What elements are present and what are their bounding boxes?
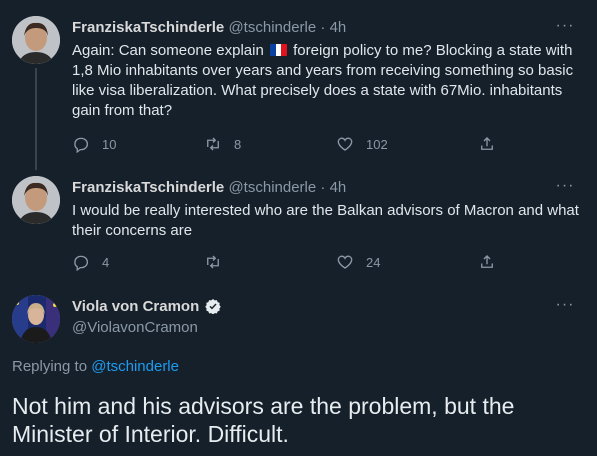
flag-stripe-red	[281, 44, 287, 56]
share-icon	[481, 255, 493, 268]
reply-button[interactable]: 4	[72, 252, 109, 272]
author-name[interactable]: Viola von Cramon	[72, 298, 199, 315]
tweet-actions: 4 24	[72, 252, 572, 272]
reply-icon	[74, 255, 89, 271]
replying-to-link[interactable]: @tschinderle	[91, 358, 179, 375]
retweet-count: 8	[234, 136, 242, 152]
retweet-icon	[207, 137, 219, 151]
more-icon[interactable]: ···	[555, 18, 575, 40]
retweet-icon	[207, 255, 219, 269]
tweet-header: Viola von Cramon	[72, 297, 222, 320]
tweet-2[interactable]: FranziskaTschinderle @tschinderle · 4h ·…	[0, 170, 597, 285]
tweet-text: I would be really interested who are the…	[72, 202, 579, 239]
tweet-text: Again: Can someone explain foreign polic…	[72, 42, 574, 119]
retweet-button[interactable]	[204, 252, 234, 272]
like-icon	[337, 137, 353, 151]
reply-button[interactable]: 10	[72, 134, 116, 154]
author-handle[interactable]: @tschinderle	[228, 179, 316, 196]
like-count: 102	[366, 136, 388, 152]
like-button[interactable]: 102	[336, 134, 388, 154]
like-icon	[337, 255, 353, 269]
reply-count: 10	[102, 136, 117, 152]
author-handle[interactable]: @tschinderle	[228, 19, 316, 36]
tweet-header: FranziskaTschinderle @tschinderle · 4h	[72, 18, 346, 38]
main-tweet-text: Not him and his advisors are the problem…	[12, 393, 515, 447]
reply-count: 4	[102, 254, 110, 270]
share-button[interactable]	[478, 134, 496, 154]
tweet-actions: 10 8 102	[72, 134, 572, 154]
share-icon	[481, 137, 493, 150]
like-count: 24	[366, 254, 381, 270]
tweet-header: FranziskaTschinderle @tschinderle · 4h	[72, 178, 346, 198]
avatar[interactable]	[12, 16, 60, 64]
reply-icon	[74, 137, 89, 153]
avatar[interactable]	[12, 295, 60, 343]
like-button[interactable]: 24	[336, 252, 380, 272]
verified-badge-icon	[205, 298, 222, 320]
tweet-1[interactable]: FranziskaTschinderle @tschinderle · 4h ·…	[0, 0, 597, 170]
timestamp[interactable]: · 4h	[320, 179, 346, 196]
thread-line	[35, 68, 37, 170]
author-name[interactable]: FranziskaTschinderle	[72, 179, 224, 196]
author-name[interactable]: FranziskaTschinderle	[72, 19, 224, 36]
more-icon[interactable]: ···	[555, 297, 575, 319]
share-button[interactable]	[478, 252, 496, 272]
retweet-button[interactable]: 8	[204, 134, 241, 154]
author-handle[interactable]: @ViolavonCramon	[72, 318, 198, 338]
more-icon[interactable]: ···	[555, 178, 575, 200]
timestamp[interactable]: · 4h	[320, 19, 346, 36]
france-flag-icon	[269, 44, 287, 56]
avatar[interactable]	[12, 176, 60, 224]
replying-to: Replying to @tschinderle	[12, 358, 179, 375]
